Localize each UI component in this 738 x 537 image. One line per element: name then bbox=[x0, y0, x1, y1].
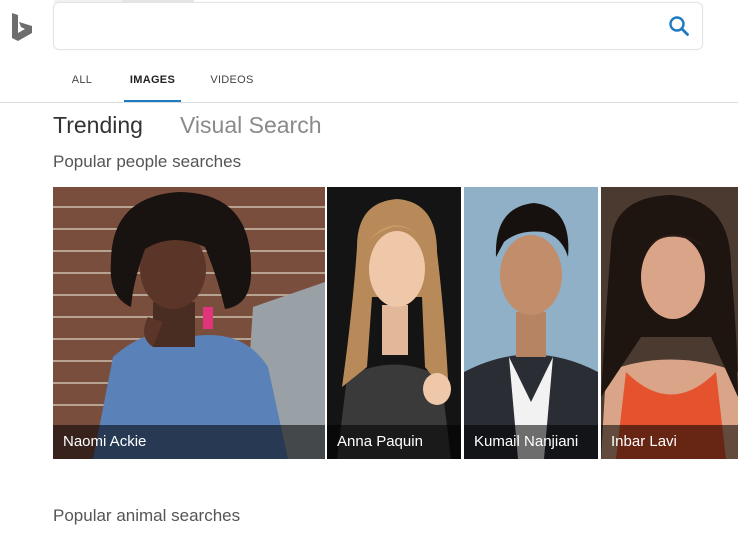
tab-visual-search[interactable]: Visual Search bbox=[180, 112, 322, 139]
person-photo bbox=[464, 187, 598, 459]
tab-trending[interactable]: Trending bbox=[53, 112, 143, 139]
popular-animal-heading: Popular animal searches bbox=[53, 506, 241, 525]
person-name: Naomi Ackie bbox=[53, 425, 325, 459]
popular-people-carousel: Naomi Ackie Anna Paquin Kumail Nanjiani bbox=[53, 187, 738, 459]
tab-all[interactable]: ALL bbox=[62, 62, 102, 100]
person-name: Inbar Lavi bbox=[601, 425, 738, 459]
person-photo bbox=[53, 187, 325, 459]
popular-people-heading: Popular people searches bbox=[53, 152, 242, 171]
person-name: Anna Paquin bbox=[327, 425, 461, 459]
tab-images[interactable]: IMAGES bbox=[124, 62, 181, 103]
nav-divider bbox=[0, 102, 738, 103]
person-card[interactable]: Inbar Lavi bbox=[601, 187, 738, 459]
person-name: Kumail Nanjiani bbox=[464, 425, 598, 459]
search-box bbox=[53, 2, 703, 50]
person-photo bbox=[327, 187, 461, 459]
person-photo bbox=[601, 187, 738, 459]
search-icon[interactable] bbox=[668, 15, 690, 37]
person-card[interactable]: Anna Paquin bbox=[327, 187, 461, 459]
search-input[interactable] bbox=[66, 13, 650, 41]
tab-videos[interactable]: VIDEOS bbox=[207, 62, 257, 100]
bing-logo-icon[interactable] bbox=[10, 12, 36, 42]
person-card[interactable]: Naomi Ackie bbox=[53, 187, 325, 459]
person-card[interactable]: Kumail Nanjiani bbox=[464, 187, 598, 459]
